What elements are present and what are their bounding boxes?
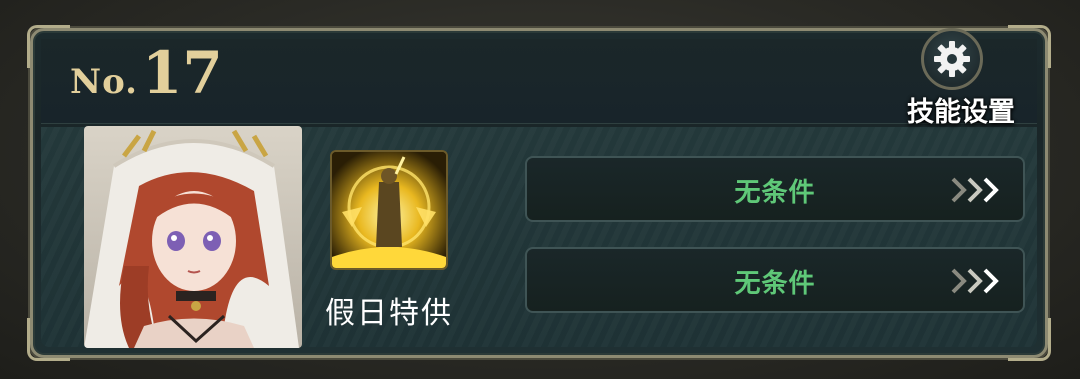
skill-settings-button[interactable]: 技能设置 bbox=[900, 28, 1022, 128]
condition-button-2[interactable]: 无条件 bbox=[525, 247, 1025, 313]
character-portrait[interactable] bbox=[84, 126, 302, 348]
condition-button-1[interactable]: 无条件 bbox=[525, 156, 1025, 222]
triple-chevron-right-icon bbox=[949, 175, 1005, 205]
skill-name: 假日特供 bbox=[325, 296, 453, 331]
gear-icon bbox=[921, 28, 983, 90]
skill-settings-label: 技能设置 bbox=[907, 97, 1015, 128]
skill-icon[interactable] bbox=[330, 150, 448, 270]
slot-number-prefix: No. bbox=[70, 62, 138, 102]
slot-number: No. 17 bbox=[70, 44, 223, 102]
triple-chevron-right-icon bbox=[949, 266, 1005, 296]
slot-number-value: 17 bbox=[142, 39, 223, 107]
